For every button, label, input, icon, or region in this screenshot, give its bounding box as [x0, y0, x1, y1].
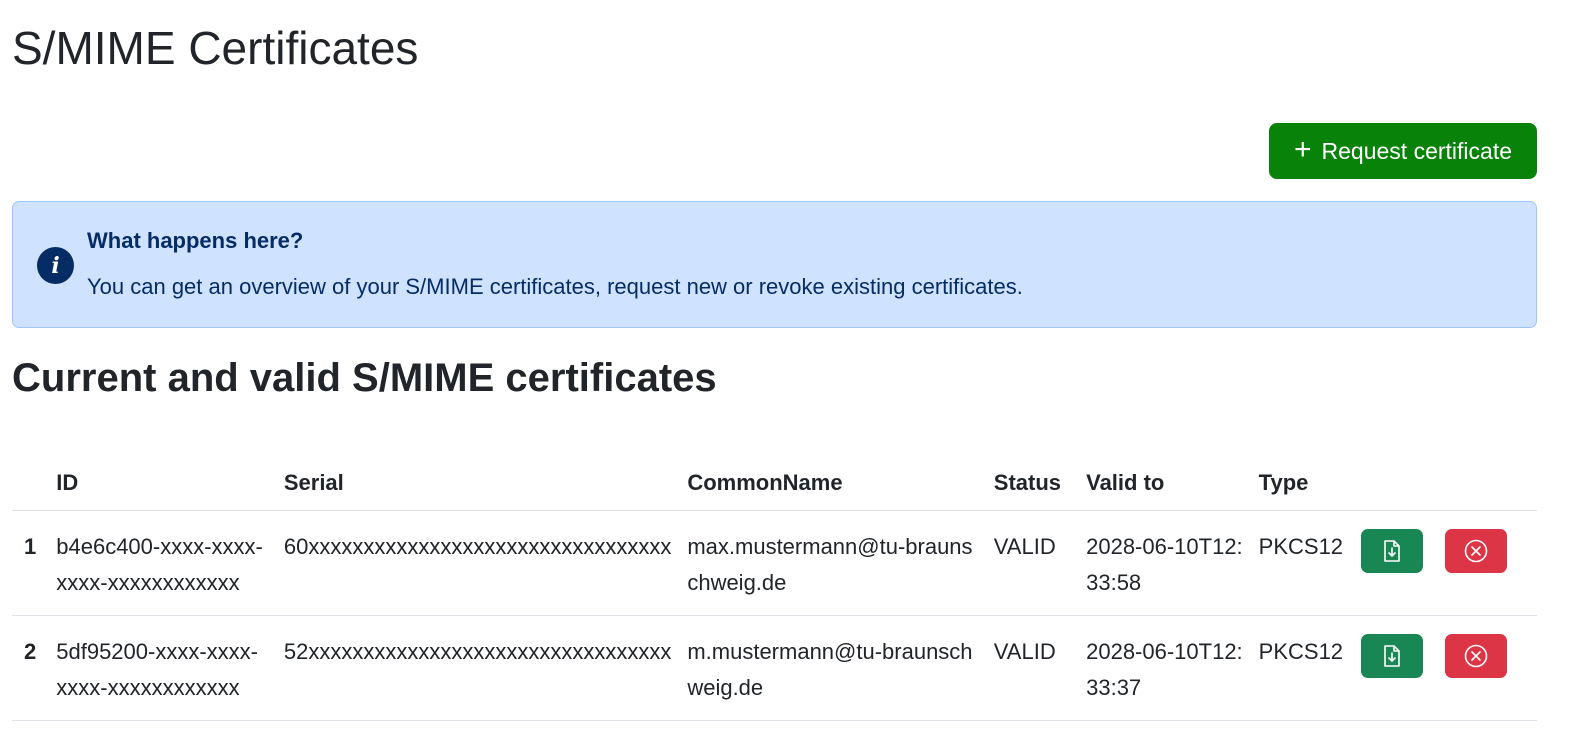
cert-id: b4e6c400-xxxx-xxxx-xxxx-xxxxxxxxxxxx	[48, 510, 276, 616]
download-button[interactable]	[1360, 634, 1423, 678]
header-id: ID	[48, 456, 276, 511]
cert-id: 5df95200-xxxx-xxxx-xxxx-xxxxxxxxxxxx	[48, 615, 276, 721]
request-certificate-button[interactable]: + Request certificate	[1269, 123, 1537, 179]
header-num	[12, 456, 49, 511]
header-valid-to: Valid to	[1078, 456, 1251, 511]
cert-commonname: m.mustermann@tu-braunschweig.de	[679, 615, 986, 721]
header-serial: Serial	[275, 456, 680, 511]
header-type: Type	[1250, 456, 1353, 511]
row-number: 2	[12, 615, 49, 721]
x-circle-icon	[1464, 644, 1487, 668]
row-actions	[1352, 510, 1537, 616]
cert-status: VALID	[985, 615, 1079, 721]
cert-serial: 52xxxxxxxxxxxxxxxxxxxxxxxxxxxxxxxxx	[275, 615, 680, 721]
info-text: You can get an overview of your S/MIME c…	[87, 274, 1023, 299]
table-row: 2 5df95200-xxxx-xxxx-xxxx-xxxxxxxxxxxx 5…	[12, 615, 1537, 721]
info-heading: What happens here?	[87, 228, 304, 253]
request-certificate-label: Request certificate	[1321, 137, 1512, 164]
header-status: Status	[985, 456, 1079, 511]
file-download-icon	[1383, 540, 1400, 562]
revoke-button[interactable]	[1444, 529, 1507, 573]
download-button[interactable]	[1360, 529, 1423, 573]
table-row: 1 b4e6c400-xxxx-xxxx-xxxx-xxxxxxxxxxxx 6…	[12, 510, 1537, 616]
cert-type: PKCS12	[1250, 510, 1353, 616]
cert-status: VALID	[985, 510, 1079, 616]
section-title: Current and valid S/MIME certificates	[12, 356, 717, 400]
info-icon: i	[37, 247, 74, 284]
row-number: 1	[12, 510, 49, 616]
cert-valid-to: 2028-06-10T12:33:58	[1078, 510, 1251, 616]
revoke-button[interactable]	[1444, 634, 1507, 678]
cert-valid-to: 2028-06-10T12:33:37	[1078, 615, 1251, 721]
header-actions	[1352, 456, 1537, 511]
file-download-icon	[1383, 645, 1400, 667]
plus-icon: +	[1293, 132, 1312, 166]
cert-serial: 60xxxxxxxxxxxxxxxxxxxxxxxxxxxxxxxxx	[275, 510, 680, 616]
table-header-row: ID Serial CommonName Status Valid to Typ…	[12, 456, 1537, 511]
header-commonname: CommonName	[679, 456, 986, 511]
certificates-table: ID Serial CommonName Status Valid to Typ…	[12, 456, 1537, 721]
info-alert: i What happens here? You can get an over…	[12, 201, 1537, 328]
cert-commonname: max.mustermann@tu-braunschweig.de	[679, 510, 986, 616]
cert-type: PKCS12	[1250, 615, 1353, 721]
x-circle-icon	[1464, 539, 1487, 563]
row-actions	[1352, 615, 1537, 721]
page-title: S/MIME Certificates	[12, 22, 419, 74]
